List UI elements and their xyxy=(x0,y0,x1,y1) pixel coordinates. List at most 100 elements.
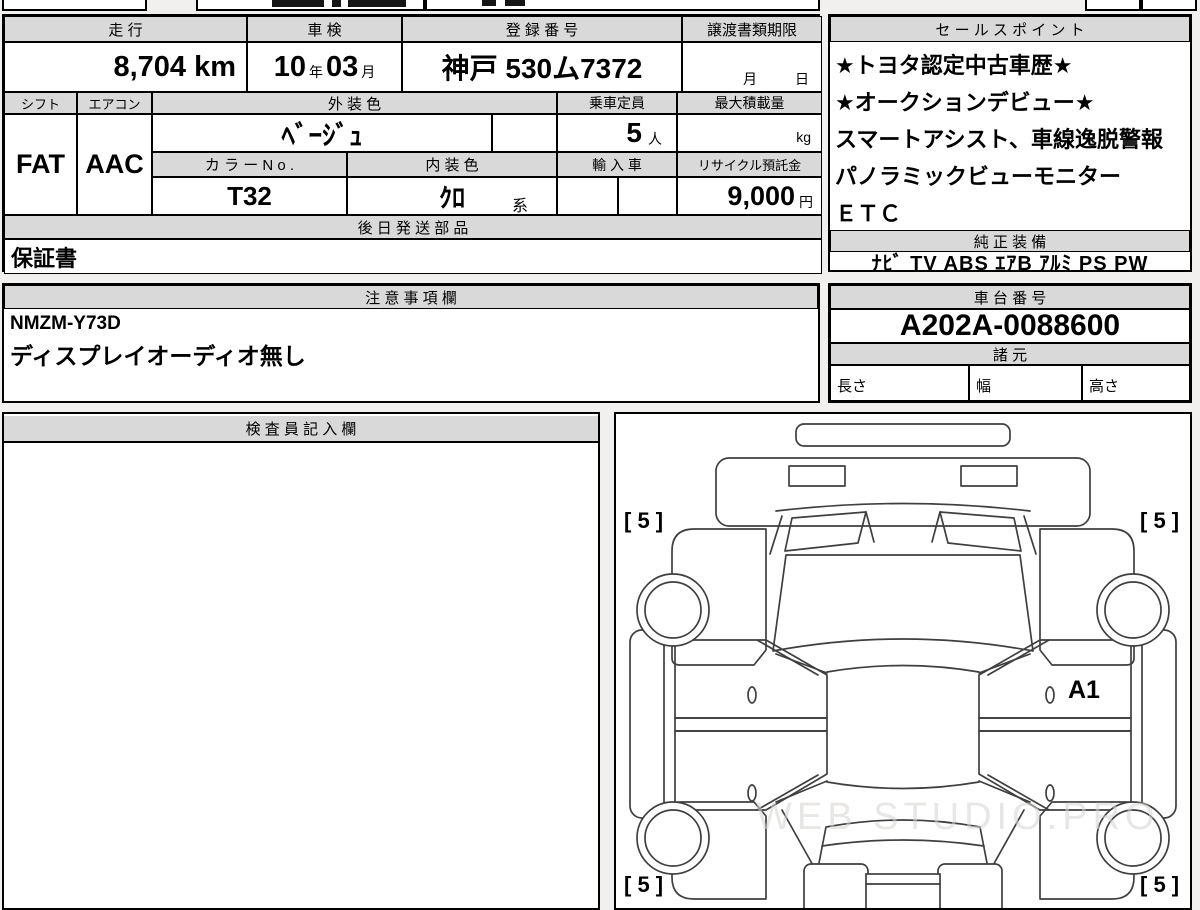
front-lamp-right xyxy=(960,465,1018,487)
import-car-cell-1 xyxy=(557,177,618,215)
notes-line-2: ディスプレイオーディオ無し xyxy=(10,343,306,369)
watermark: WEB STUDIO.PRO xyxy=(756,796,1160,838)
cutoff-cell xyxy=(425,0,820,11)
sales-line-3: スマートアシスト、車線逸脱警報 xyxy=(835,127,1164,152)
aircon-value: AAC xyxy=(77,114,152,215)
shaken-year-unit: 年 xyxy=(309,64,323,80)
mileage-header: 走 行 xyxy=(4,16,247,42)
exterior-color-header: 外 装 色 xyxy=(152,92,557,114)
oem-equipment-value: ﾅﾋﾞ TV ABS ｴｱB ｱﾙﾐ PS PW xyxy=(830,252,1190,275)
tire-tread-mark-bl: [ 5 ] xyxy=(624,872,664,897)
car-diagram-box: [ 5 ] [ 5 ] [ 5 ] [ 5 ] A1 WEB STUDIO.PR… xyxy=(614,412,1192,910)
windshield-left xyxy=(784,511,867,552)
hood xyxy=(772,554,1034,652)
notes-line-1: NMZM-Y73D xyxy=(10,313,121,334)
front-panel xyxy=(715,457,1091,527)
rear-bumper-right xyxy=(937,863,1003,908)
deadline-month-label: 月 xyxy=(743,71,757,87)
main-info-table: 走 行 車 検 登 録 番 号 譲渡書類期限 8,704 km 10 年 03 月 神… xyxy=(2,14,822,274)
tire-tread-mark-br: [ 5 ] xyxy=(1140,872,1180,897)
exterior-color-empty-cell xyxy=(492,114,557,152)
spec-width-cell: 幅 xyxy=(969,365,1082,401)
door-handle xyxy=(747,784,757,802)
mileage-value: 8,704 km xyxy=(4,42,247,92)
capacity-number: 5 xyxy=(626,117,642,148)
sales-line-4: パノラミックビューモニター xyxy=(835,164,1122,189)
recycle-unit: 円 xyxy=(799,194,813,210)
transfer-deadline-header: 譲渡書類期限 xyxy=(682,16,822,42)
door-separator-right xyxy=(978,717,1132,732)
chassis-number: A202A-0088600 xyxy=(830,309,1190,343)
shaken-value: 10 年 03 月 xyxy=(247,42,402,92)
spec-height-label: 高さ xyxy=(1089,378,1120,395)
front-bumper-strip xyxy=(795,423,1011,447)
spec-width-label: 幅 xyxy=(976,378,992,395)
cutoff-cell xyxy=(2,0,147,11)
cabin-top-curve xyxy=(826,664,980,673)
recycle-amount: 9,000 xyxy=(727,180,795,211)
rear-bumper-center xyxy=(865,873,941,908)
color-no-header: カ ラ ー N o . xyxy=(152,152,347,177)
tire-tread-mark-tl: [ 5 ] xyxy=(624,508,664,533)
interior-color-text: ｸﾛ xyxy=(438,182,465,213)
exterior-color-value: ﾍﾞｰｼﾞｭ xyxy=(152,114,492,152)
recycle-deposit-value: 9,000 円 xyxy=(677,177,822,215)
cutoff-cell xyxy=(196,0,425,11)
shift-header: シフト xyxy=(4,92,77,114)
color-no-value: T32 xyxy=(152,177,347,215)
windshield-right xyxy=(939,511,1022,552)
interior-color-suffix: 系 xyxy=(511,198,528,215)
front-lamp-left xyxy=(788,465,846,487)
registration-header: 登 録 番 号 xyxy=(402,16,682,42)
sales-points-header: セ ー ル ス ポ イ ン ト xyxy=(830,16,1190,42)
cowl-arc xyxy=(775,502,1031,512)
capacity-value: 5人 xyxy=(557,114,677,152)
later-parts-value: 保証書 xyxy=(4,239,822,274)
interior-color-header: 内 装 色 xyxy=(347,152,557,177)
import-car-header: 輸 入 車 xyxy=(557,152,677,177)
shift-value: FAT xyxy=(4,114,77,215)
transfer-deadline-value: 月 日 xyxy=(682,42,822,92)
door-handle xyxy=(747,686,757,704)
damage-mark-a1: A1 xyxy=(1068,676,1100,704)
rear-bumper-left xyxy=(803,863,869,908)
shaken-month: 03 xyxy=(326,50,359,83)
spec-length-cell: 長さ xyxy=(830,365,969,401)
later-parts-header: 後 日 発 送 部 品 xyxy=(4,215,822,239)
capacity-unit: 人 xyxy=(648,131,662,147)
auction-sheet: { "colors": { "page_bg": "#f1f0ee", "hea… xyxy=(0,0,1200,910)
recycle-deposit-header: リサイクル預託金 xyxy=(677,152,822,177)
door-handle xyxy=(1045,686,1055,704)
cutoff-cell xyxy=(1141,0,1197,11)
sales-points-box: セ ー ル ス ポ イ ン ト ★トヨタ認定中古車歴★ ★オークションデビュー★… xyxy=(828,14,1192,275)
max-load-value: kg xyxy=(677,114,822,152)
notes-header: 注 意 事 項 欄 xyxy=(4,285,818,309)
spec-height-cell: 高さ xyxy=(1082,365,1190,401)
import-car-cell-2 xyxy=(618,177,677,215)
shaken-header: 車 検 xyxy=(247,16,402,42)
rocker-right xyxy=(1141,629,1177,819)
aircon-header: エアコン xyxy=(77,92,152,114)
door-separator-left xyxy=(674,717,828,732)
notes-box: 注 意 事 項 欄 NMZM-Y73D ディスプレイオーディオ無し xyxy=(2,283,820,403)
chassis-box: 車 台 番 号 A202A-0088600 諸 元 長さ 幅 高さ xyxy=(828,283,1192,403)
door-front-left xyxy=(674,639,828,719)
rocker-left xyxy=(629,629,665,819)
spec-header: 諸 元 xyxy=(830,343,1190,365)
door-front-right xyxy=(978,639,1132,719)
max-load-header: 最大積載量 xyxy=(677,92,822,114)
inspector-header: 検 査 員 記 入 欄 xyxy=(4,416,598,443)
sales-line-2: ★オークションデビュー★ xyxy=(835,90,1095,115)
cutoff-cell xyxy=(1085,0,1141,11)
deadline-day-label: 日 xyxy=(795,71,809,87)
sales-line-1: ★トヨタ認定中古車歴★ xyxy=(835,53,1073,78)
inspector-box: 検 査 員 記 入 欄 xyxy=(2,412,600,910)
cabin-bottom-curve xyxy=(826,781,980,790)
chassis-header: 車 台 番 号 xyxy=(830,285,1190,309)
shaken-year: 10 xyxy=(273,50,306,83)
trunk-curve xyxy=(821,839,985,847)
sales-line-5: ＥＴＣ xyxy=(835,201,902,226)
shaken-month-unit: 月 xyxy=(361,64,376,80)
interior-color-value: ｸﾛ 系 xyxy=(347,177,557,215)
capacity-header: 乗車定員 xyxy=(557,92,677,114)
